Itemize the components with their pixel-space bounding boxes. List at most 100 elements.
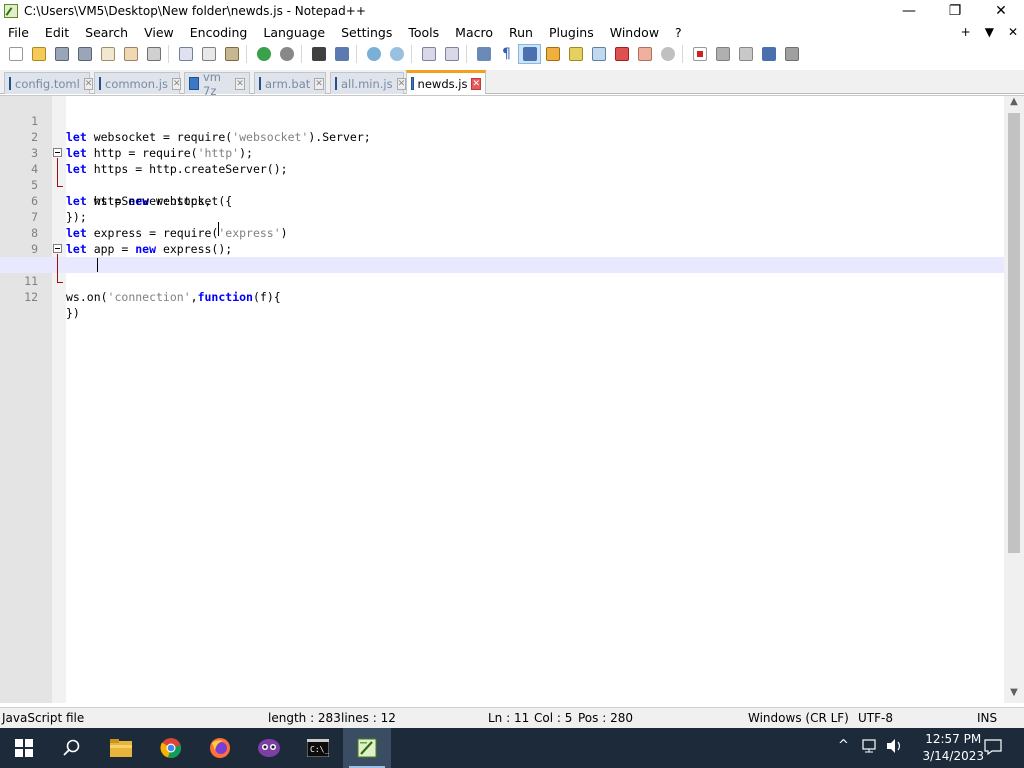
sync-horizontal-icon[interactable]	[440, 44, 463, 64]
privacy-app-icon[interactable]	[245, 728, 293, 768]
tab-config-toml[interactable]: config.toml ✕	[4, 72, 94, 94]
system-clock[interactable]: 12:57 PM 3/14/2023	[922, 731, 984, 765]
function-list-icon[interactable]	[610, 44, 633, 64]
tab-close-icon[interactable]: ✕	[171, 77, 182, 90]
current-code-line: 11	[0, 257, 1004, 288]
scroll-up-icon[interactable]: ▲	[1004, 96, 1024, 112]
code-editor[interactable]: 1 let websocket = require('websocket').S…	[0, 95, 1024, 703]
status-eol[interactable]: Windows (CR LF)	[748, 711, 849, 725]
zoom-in-icon[interactable]	[362, 44, 385, 64]
tab-close-icon[interactable]: ✕	[235, 77, 246, 90]
menu-view[interactable]: View	[136, 25, 182, 40]
save-macro-icon[interactable]	[780, 44, 803, 64]
menu-run[interactable]: Run	[501, 25, 541, 40]
volume-icon[interactable]	[886, 738, 904, 758]
menu-settings[interactable]: Settings	[333, 25, 400, 40]
status-lines: lines : 12	[341, 711, 396, 725]
tab-close-icon[interactable]: ✕	[471, 77, 481, 90]
word-wrap-icon[interactable]	[472, 44, 495, 64]
fold-toggle-icon[interactable]	[53, 148, 62, 157]
paste-icon[interactable]	[220, 44, 243, 64]
show-hidden-icons-icon[interactable]: ^	[838, 738, 849, 753]
menu-file[interactable]: File	[0, 25, 37, 40]
new-file-icon[interactable]	[4, 44, 27, 64]
save-all-icon[interactable]	[73, 44, 96, 64]
menu-encoding[interactable]: Encoding	[182, 25, 256, 40]
code-line: 7 let express = require('express')	[0, 193, 1004, 240]
close-file-icon[interactable]	[96, 44, 119, 64]
replace-icon[interactable]	[330, 44, 353, 64]
tab-newds-js[interactable]: newds.js ✕	[406, 70, 486, 94]
scroll-down-icon[interactable]: ▼	[1004, 687, 1024, 703]
tab-close-icon[interactable]: ✕	[314, 77, 324, 90]
tab-label: vm 7z	[203, 69, 222, 98]
save-icon[interactable]	[50, 44, 73, 64]
scrollbar-thumb[interactable]	[1008, 113, 1020, 553]
folder-workspace-icon[interactable]	[633, 44, 656, 64]
menu-tools[interactable]: Tools	[400, 25, 447, 40]
vertical-scrollbar[interactable]: ▲ ▼	[1004, 96, 1024, 703]
search-icon[interactable]	[48, 728, 96, 768]
menu-plugins[interactable]: Plugins	[541, 25, 602, 40]
fold-toggle-icon[interactable]	[53, 244, 62, 253]
firefox-icon[interactable]	[196, 728, 244, 768]
record-macro-icon[interactable]	[688, 44, 711, 64]
menu-edit[interactable]: Edit	[37, 25, 77, 40]
tab-list-dropdown-icon[interactable]: ▼	[985, 25, 994, 39]
code-text: })	[66, 306, 80, 320]
monitoring-icon[interactable]	[656, 44, 679, 64]
menu-search[interactable]: Search	[77, 25, 136, 40]
run-macro-multiple-icon[interactable]	[757, 44, 780, 64]
restore-button[interactable]: ❐	[932, 0, 978, 22]
status-encoding[interactable]: UTF-8	[858, 711, 893, 725]
playback-macro-icon[interactable]	[734, 44, 757, 64]
close-all-icon[interactable]	[119, 44, 142, 64]
copy-icon[interactable]	[197, 44, 220, 64]
redo-icon[interactable]	[275, 44, 298, 64]
clock-date: 3/14/2023	[922, 749, 984, 763]
document-map-icon[interactable]	[564, 44, 587, 64]
stop-recording-icon[interactable]	[711, 44, 734, 64]
notifications-icon[interactable]	[984, 739, 1002, 759]
tab-all-min-js[interactable]: all.min.js ✕	[330, 72, 407, 94]
close-button[interactable]: ✕	[978, 0, 1024, 22]
find-icon[interactable]	[307, 44, 330, 64]
svg-text:C:\_: C:\_	[310, 745, 329, 754]
fold-range-line	[57, 254, 58, 283]
chrome-icon[interactable]	[147, 728, 195, 768]
open-file-icon[interactable]	[27, 44, 50, 64]
file-explorer-icon[interactable]	[97, 728, 145, 768]
terminal-icon[interactable]: C:\_	[294, 728, 342, 768]
tab-close-icon[interactable]: ✕	[396, 77, 407, 90]
fold-range-end	[57, 186, 63, 187]
start-icon[interactable]	[0, 728, 48, 768]
print-icon[interactable]	[142, 44, 165, 64]
user-language-icon[interactable]	[541, 44, 564, 64]
tab-label: all.min.js	[341, 76, 393, 91]
sync-vertical-icon[interactable]	[417, 44, 440, 64]
undo-icon[interactable]	[252, 44, 275, 64]
network-icon[interactable]	[862, 738, 880, 758]
status-position: Pos : 280	[578, 711, 633, 725]
tab-label: arm.bat	[265, 76, 311, 91]
tab-vm-7z[interactable]: vm 7z ✕	[184, 70, 250, 98]
tab-close-icon[interactable]: ✕	[83, 77, 94, 90]
clock-time: 12:57 PM	[925, 732, 982, 746]
zoom-out-icon[interactable]	[385, 44, 408, 64]
notepadpp-icon[interactable]	[343, 728, 391, 768]
tab-arm-bat[interactable]: arm.bat ✕	[254, 72, 326, 94]
new-tab-plus-icon[interactable]: +	[961, 25, 971, 39]
menu-window[interactable]: Window	[602, 25, 667, 40]
menu-help[interactable]: ?	[667, 25, 690, 40]
cut-icon[interactable]	[174, 44, 197, 64]
status-file-type: JavaScript file	[2, 711, 85, 725]
document-tab-bar: config.toml ✕ common.js ✕ vm 7z ✕ arm.ba…	[0, 70, 1024, 98]
close-document-icon[interactable]: ✕	[1008, 25, 1018, 39]
minimize-button[interactable]: —	[886, 0, 932, 22]
indent-guide-icon[interactable]	[518, 44, 541, 64]
menu-macro[interactable]: Macro	[447, 25, 501, 40]
show-all-characters-icon[interactable]: ¶	[495, 44, 518, 64]
tab-common-js[interactable]: common.js ✕	[94, 72, 182, 94]
menu-language[interactable]: Language	[255, 25, 333, 40]
document-list-icon[interactable]	[587, 44, 610, 64]
